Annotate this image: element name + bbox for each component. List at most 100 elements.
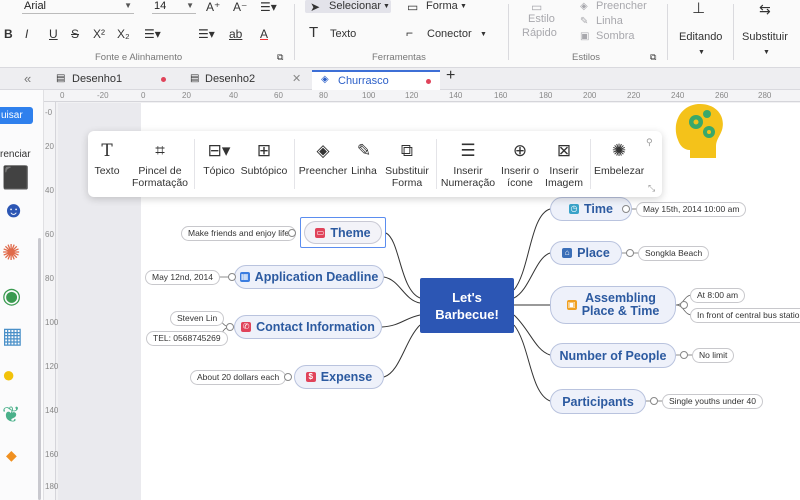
text-icon: T bbox=[101, 141, 113, 161]
topic-participants[interactable]: Participants bbox=[550, 389, 646, 414]
connector-expense bbox=[383, 324, 421, 378]
collapse-knob[interactable] bbox=[288, 229, 296, 237]
dollar-icon: $ bbox=[305, 372, 316, 382]
pin-icon[interactable]: ⚲ bbox=[646, 135, 653, 149]
connector-contact bbox=[381, 314, 421, 328]
topic-label: Theme bbox=[330, 225, 371, 240]
ft-embelezar-button[interactable]: ✺ Embelezar bbox=[594, 131, 644, 177]
numbered-list-icon: ☰ bbox=[460, 141, 476, 160]
leaf-participants[interactable]: Single youths under 40 bbox=[662, 394, 763, 409]
collapse-knob[interactable] bbox=[284, 373, 292, 381]
leaf-number-of-people[interactable]: No limit bbox=[692, 348, 735, 363]
insert-icon-icon: ⊕ bbox=[512, 141, 528, 160]
ft-texto-button[interactable]: T Texto bbox=[92, 131, 122, 177]
toolbar-separator bbox=[194, 139, 195, 189]
pen-icon: ✎ bbox=[356, 141, 372, 160]
clock-icon: ◷ bbox=[569, 204, 580, 214]
collapse-knob[interactable] bbox=[226, 323, 234, 331]
ft-label: Embelezar bbox=[594, 165, 645, 177]
central-topic-line2: Barbecue! bbox=[435, 306, 499, 322]
ft-label: Preencher bbox=[298, 165, 348, 177]
toolbar-separator bbox=[590, 139, 591, 189]
topic-contact-information[interactable]: ✆ Contact Information bbox=[234, 315, 382, 339]
ft-preencher-button[interactable]: ◈ Preencher bbox=[298, 131, 348, 177]
connector-theme bbox=[385, 232, 421, 299]
pin-icon: ▣ bbox=[566, 300, 577, 310]
topic-time[interactable]: ◷ Time bbox=[550, 197, 632, 221]
topic-assembling[interactable]: ▣ Assembling Place & Time bbox=[550, 286, 676, 324]
connector-time bbox=[513, 208, 551, 291]
leaf-contact-name[interactable]: Steven Lin bbox=[170, 311, 225, 326]
collapse-knob[interactable] bbox=[626, 249, 634, 257]
ft-label: Subtópico bbox=[240, 165, 288, 177]
calendar-icon: ▦ bbox=[239, 272, 250, 282]
phone-icon: ✆ bbox=[241, 322, 252, 332]
collapse-knob[interactable] bbox=[680, 301, 688, 309]
toolbar-separator bbox=[436, 139, 437, 189]
central-topic-line1: Let's bbox=[452, 289, 482, 305]
collapse-knob[interactable] bbox=[680, 351, 688, 359]
leaf-time[interactable]: May 15th, 2014 10:00 am bbox=[636, 202, 747, 217]
connector-participants bbox=[513, 324, 551, 402]
subtopic-icon: ⊞ bbox=[256, 141, 272, 160]
leaf-expense[interactable]: About 20 dollars each bbox=[190, 370, 287, 385]
connector-deadline bbox=[383, 276, 421, 304]
sparkle-icon: ✺ bbox=[611, 141, 627, 160]
collapse-knob[interactable] bbox=[650, 397, 658, 405]
ft-substituir-forma-button[interactable]: ⧉ Substituir Forma bbox=[382, 131, 432, 189]
topic-label: Time bbox=[584, 202, 613, 216]
location-icon: ⌂ bbox=[562, 248, 573, 258]
ft-label: Inserir bbox=[549, 165, 579, 177]
central-topic[interactable]: Let's Barbecue! bbox=[420, 278, 514, 333]
ft-inserir-numeracao-button[interactable]: ☰ Inserir Numeração bbox=[440, 131, 496, 189]
ft-label: Pincel de bbox=[138, 165, 182, 177]
ft-pincel-button[interactable]: ⌗ Pincel de Formatação bbox=[132, 131, 188, 189]
ft-inserir-icone-button[interactable]: ⊕ Inserir o ícone bbox=[500, 131, 540, 189]
leaf-contact-phone[interactable]: TEL: 0568745269 bbox=[146, 331, 228, 346]
collapse-knob[interactable] bbox=[622, 205, 630, 213]
ft-label: Formatação bbox=[132, 177, 189, 189]
leaf-assembling-time[interactable]: At 8:00 am bbox=[690, 288, 746, 303]
ft-label: Substituir bbox=[385, 165, 429, 177]
ft-linha-button[interactable]: ✎ Linha bbox=[350, 131, 378, 177]
ft-label: Imagem bbox=[545, 177, 583, 189]
paintbrush-icon: ⌗ bbox=[155, 141, 165, 160]
leaf-assembling-place[interactable]: In front of central bus station bbox=[690, 308, 800, 323]
topic-place[interactable]: ⌂ Place bbox=[550, 241, 622, 265]
topic-label-line2: Place & Time bbox=[581, 304, 660, 318]
ft-label: Linha bbox=[351, 165, 377, 177]
leaf-deadline[interactable]: May 12nd, 2014 bbox=[145, 270, 220, 285]
toolbar-separator bbox=[294, 139, 295, 189]
topic-label: Number of People bbox=[559, 348, 667, 363]
topic-label: Expense bbox=[320, 370, 373, 384]
floating-toolbar: T Texto ⌗ Pincel de Formatação ⊟▾ Tópico… bbox=[88, 131, 662, 197]
ft-topico-button[interactable]: ⊟▾ Tópico bbox=[201, 131, 237, 177]
resize-handle-icon[interactable]: ⤡ bbox=[648, 181, 655, 195]
topic-application-deadline[interactable]: ▦ Application Deadline bbox=[234, 265, 384, 289]
replace-shape-icon: ⧉ bbox=[400, 141, 414, 160]
ft-label: Inserir bbox=[453, 165, 483, 177]
topic-number-of-people[interactable]: Number of People bbox=[550, 343, 676, 368]
ft-label: Texto bbox=[94, 165, 120, 177]
leaf-theme[interactable]: Make friends and enjoy life bbox=[181, 226, 297, 241]
ft-subtopico-button[interactable]: ⊞ Subtópico bbox=[240, 131, 288, 177]
topic-expense[interactable]: $ Expense bbox=[294, 365, 384, 389]
topic-label: Place bbox=[577, 246, 610, 260]
ft-label: ícone bbox=[507, 177, 533, 189]
collapse-knob[interactable] bbox=[228, 273, 236, 281]
topic-label: Participants bbox=[562, 394, 634, 409]
ft-inserir-imagem-button[interactable]: ⊠ Inserir Imagem bbox=[544, 131, 584, 189]
head-gears-clipart[interactable] bbox=[672, 100, 728, 158]
ft-label: Forma bbox=[391, 177, 423, 189]
theme-icon: ▭ bbox=[315, 227, 326, 238]
topic-theme[interactable]: ▭ Theme bbox=[304, 221, 382, 244]
connector-place bbox=[513, 252, 551, 299]
ft-label: Tópico bbox=[203, 165, 235, 177]
topic-label: Application Deadline bbox=[254, 270, 379, 284]
image-icon: ⊠ bbox=[556, 141, 572, 160]
fill-bucket-icon: ◈ bbox=[316, 141, 330, 160]
leaf-place[interactable]: Songkla Beach bbox=[638, 246, 710, 261]
ft-label: Numeração bbox=[440, 177, 496, 189]
topic-icon: ⊟▾ bbox=[207, 141, 231, 160]
topic-label: Contact Information bbox=[256, 320, 375, 334]
